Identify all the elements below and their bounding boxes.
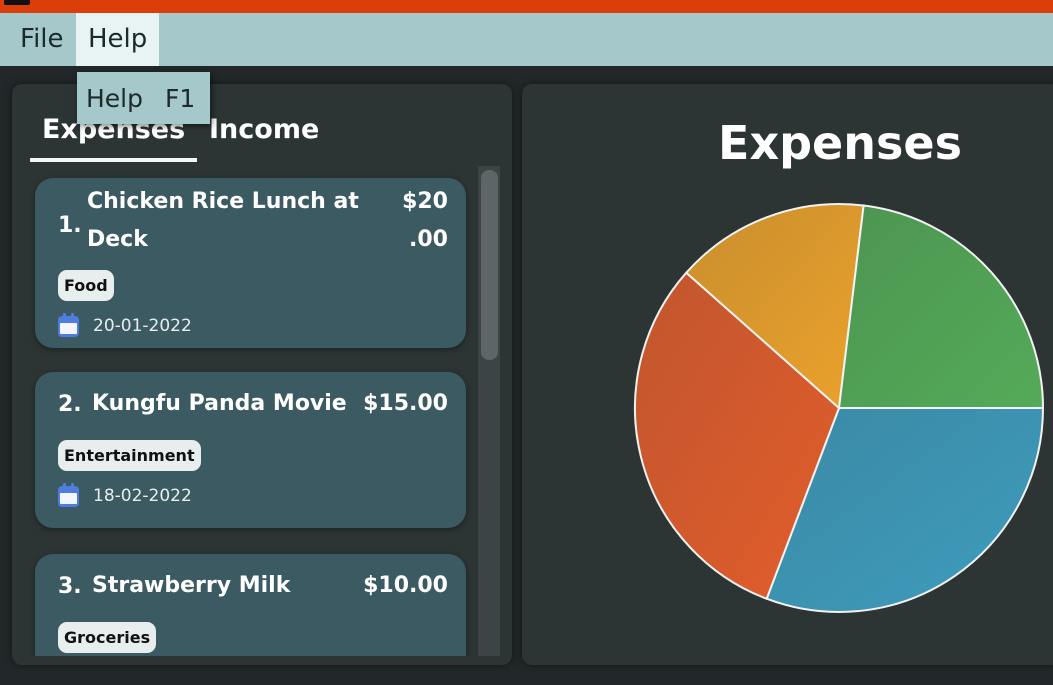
calendar-icon bbox=[58, 482, 79, 507]
chart-panel: Expenses bbox=[522, 84, 1053, 665]
menu-file[interactable]: File bbox=[8, 13, 76, 66]
item-title: Strawberry Milk bbox=[92, 573, 291, 598]
list-item[interactable]: 2. Kungfu Panda Movie $15.00 Entertainme… bbox=[35, 372, 466, 528]
item-index: 2. bbox=[58, 392, 82, 417]
expense-pie-chart bbox=[634, 203, 1045, 613]
app-icon bbox=[4, 0, 30, 5]
item-title-line: Deck bbox=[87, 227, 148, 252]
item-date: 18-02-2022 bbox=[93, 486, 192, 506]
menubar: File Help bbox=[0, 13, 1053, 66]
list-scrollbar[interactable] bbox=[478, 166, 500, 656]
item-amount-line: .00 bbox=[409, 227, 448, 252]
item-title: Kungfu Panda Movie bbox=[92, 391, 347, 416]
list-item[interactable]: 3. Strawberry Milk $10.00 Groceries bbox=[35, 554, 466, 656]
window-titlebar bbox=[0, 0, 1053, 13]
item-amount: $20 .00 bbox=[402, 183, 448, 259]
list-item[interactable]: 1. Chicken Rice Lunch at Deck $20 .00 Fo… bbox=[35, 178, 466, 348]
item-amount: $15.00 bbox=[363, 391, 448, 416]
category-tag: Food bbox=[58, 270, 114, 301]
tab-selected-underline bbox=[30, 158, 197, 162]
calendar-icon bbox=[58, 312, 79, 337]
category-tag: Entertainment bbox=[58, 440, 201, 471]
item-index: 3. bbox=[58, 574, 82, 599]
dropdown-item-help[interactable]: Help F1 bbox=[77, 72, 210, 124]
item-amount-line: $20 bbox=[402, 189, 448, 214]
item-title: Chicken Rice Lunch at Deck bbox=[87, 183, 359, 259]
date-row: 20-01-2022 bbox=[58, 312, 192, 338]
expense-list[interactable]: 1. Chicken Rice Lunch at Deck $20 .00 Fo… bbox=[12, 166, 512, 656]
item-title-line: Chicken Rice Lunch at bbox=[87, 189, 359, 214]
category-tag: Groceries bbox=[58, 622, 157, 653]
scrollbar-thumb[interactable] bbox=[481, 170, 498, 360]
dropdown-item-label: Help bbox=[86, 83, 143, 113]
expense-list-panel: Expenses Income 1. Chicken Rice Lunch at… bbox=[12, 84, 512, 665]
pie-slice bbox=[837, 204, 1045, 409]
item-index: 1. bbox=[58, 213, 82, 238]
dropdown-item-shortcut: F1 bbox=[165, 83, 196, 113]
help-dropdown: Help F1 bbox=[77, 72, 210, 124]
tab-income[interactable]: Income bbox=[209, 114, 319, 145]
item-amount: $10.00 bbox=[363, 573, 448, 598]
date-row: 18-02-2022 bbox=[58, 482, 192, 508]
item-date: 20-01-2022 bbox=[93, 316, 192, 336]
menu-help[interactable]: Help bbox=[76, 13, 160, 66]
